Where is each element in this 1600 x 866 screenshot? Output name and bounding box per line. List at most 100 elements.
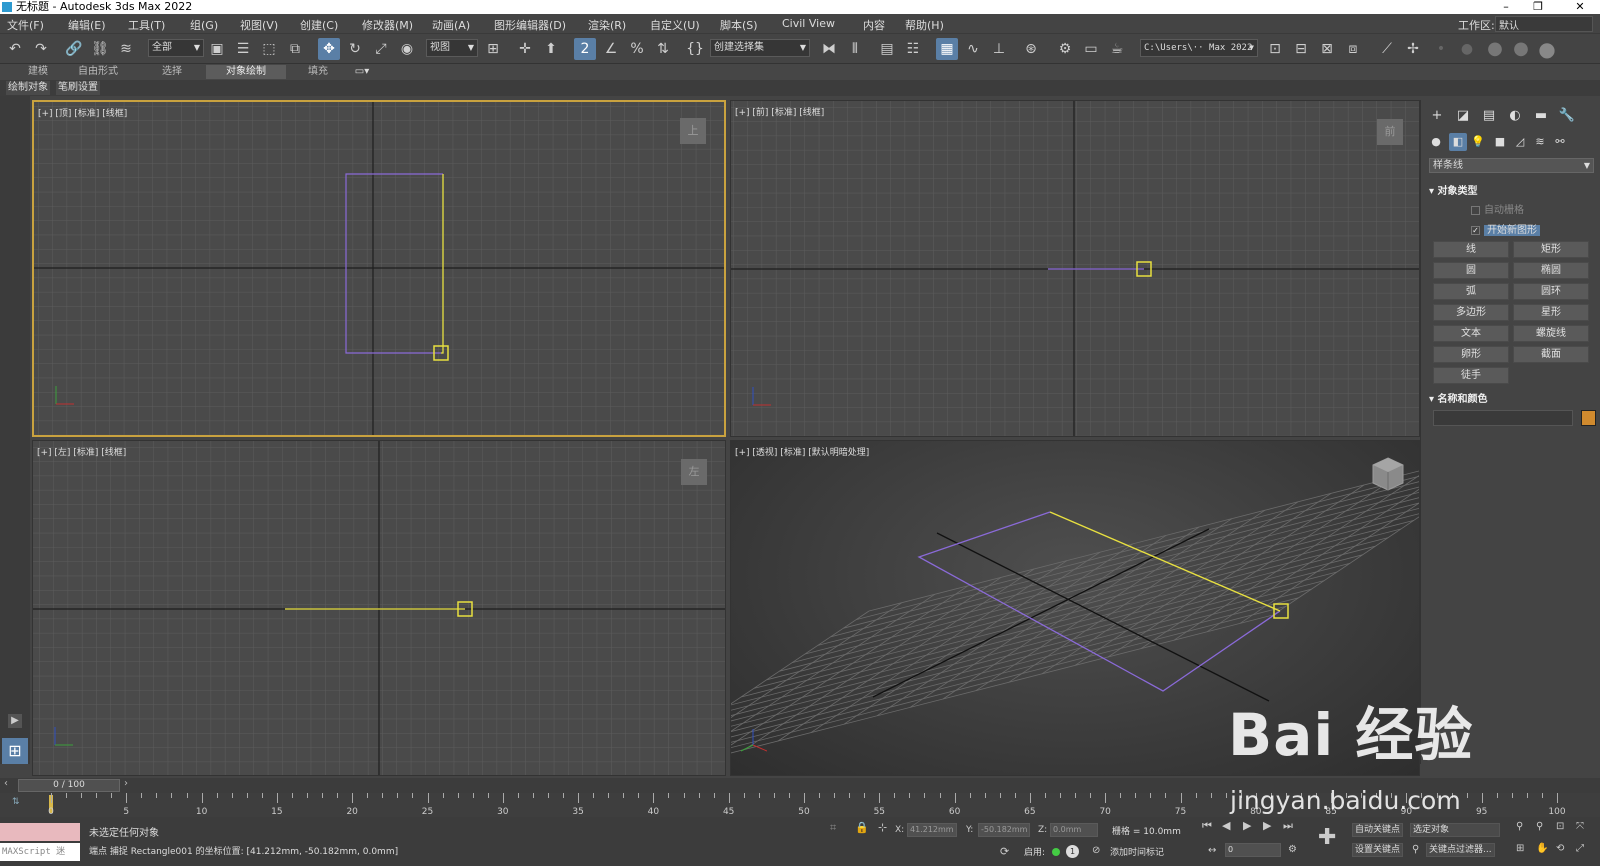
shapes-icon[interactable]: ◧ [1449, 133, 1467, 151]
viewport-label[interactable]: [+] [透视] [标准] [默认明暗处理] [735, 445, 869, 458]
maximize-viewport-icon[interactable]: ⤢ [1576, 843, 1584, 854]
tab-selection[interactable]: 选择 [152, 65, 192, 79]
chevron-right-icon[interactable]: › [124, 778, 128, 789]
time-config-icon[interactable]: ⚙ [1288, 844, 1297, 855]
brush-icon[interactable]: ⟋ [1376, 38, 1398, 60]
percent-snap-icon[interactable]: % [626, 38, 648, 60]
zoom-extents-icon[interactable]: ⊡ [1556, 821, 1564, 832]
ngon-button[interactable]: 多边形 [1433, 304, 1509, 321]
motion-tab-icon[interactable]: ◐ [1505, 106, 1525, 126]
cameras-icon[interactable]: ■ [1491, 133, 1509, 151]
menu-views[interactable]: 视图(V) [240, 17, 278, 33]
layer-explorer-icon[interactable]: ☷ [902, 38, 924, 60]
donut-button[interactable]: 圆环 [1513, 283, 1589, 300]
menu-file[interactable]: 文件(F) [7, 17, 44, 33]
select-manipulate-icon[interactable]: ✛ [514, 38, 536, 60]
menu-rendering[interactable]: 渲染(R) [588, 17, 626, 33]
arc-button[interactable]: 弧 [1433, 283, 1509, 300]
start-new-shape-checkbox[interactable]: ✓ 开始新图形 [1471, 221, 1540, 236]
go-to-end-icon[interactable]: ⏭ [1283, 819, 1293, 833]
view-cube[interactable] [1369, 455, 1407, 493]
view-cube[interactable]: 左 [681, 459, 707, 485]
star-button[interactable]: 星形 [1513, 304, 1589, 321]
set-key-icon[interactable]: ✚ [1318, 825, 1336, 850]
modify-tab-icon[interactable]: ◪ [1453, 106, 1473, 126]
viewport-left[interactable]: [+] [左] [标准] [线框] 左 [32, 440, 726, 776]
workspace-dropdown[interactable]: 默认 [1495, 16, 1593, 32]
z-coord-field[interactable]: 0.0mm [1050, 823, 1098, 837]
redo-icon[interactable]: ↷ [30, 38, 52, 60]
project-folder-icon[interactable]: ⊟ [1290, 38, 1312, 60]
freehand-button[interactable]: 徒手 [1433, 367, 1509, 384]
menu-create[interactable]: 创建(C) [300, 17, 338, 33]
menu-animation[interactable]: 动画(A) [432, 17, 470, 33]
create-tab-icon[interactable]: + [1427, 106, 1447, 126]
object-name-input[interactable] [1433, 410, 1573, 426]
angle-snap-icon[interactable]: ∠ [600, 38, 622, 60]
enable-status-icon[interactable] [1052, 848, 1060, 856]
select-object-icon[interactable]: ▣ [206, 38, 228, 60]
y-coord-field[interactable]: -50.182mm [978, 823, 1030, 837]
reference-coord-dropdown[interactable]: 视图 ▼ [426, 39, 478, 57]
x-coord-field[interactable]: 41.212mm [907, 823, 957, 837]
project-path-dropdown[interactable]: C:\Users\·· Max 2022 ▼ [1140, 39, 1258, 57]
toggle-ribbon-icon[interactable]: ▦ [936, 38, 958, 60]
rendered-frame-window-icon[interactable]: ▭ [1080, 38, 1102, 60]
info-icon[interactable]: 1 [1066, 845, 1079, 858]
play-icon[interactable]: ▶ [1243, 819, 1251, 832]
maxscript-mini-listener[interactable]: MAXScript 迷 [0, 843, 80, 861]
manipulator-icon[interactable]: ✢ [1402, 38, 1424, 60]
menu-content[interactable]: 内容 [863, 17, 885, 33]
go-to-start-icon[interactable]: ⏮ [1202, 819, 1212, 833]
close-icon[interactable]: ✕ [1565, 0, 1595, 14]
set-key-button[interactable]: 设置关键点 [1352, 843, 1404, 857]
helpers-icon[interactable]: ◿ [1511, 133, 1529, 151]
utilities-tab-icon[interactable]: 🔧 [1557, 106, 1577, 126]
snaps-toggle-icon[interactable]: 2 [574, 38, 596, 60]
ribbon-options-icon[interactable]: ▭▾ [352, 65, 372, 79]
mirror-icon[interactable]: ⧓ [818, 38, 840, 60]
line-button[interactable]: 线 [1433, 241, 1509, 258]
time-tag-icon[interactable]: ⊘ [1092, 845, 1100, 856]
select-place-icon[interactable]: ◉ [396, 38, 418, 60]
zoom-icon[interactable]: ⚲ [1516, 821, 1523, 832]
select-by-name-icon[interactable]: ☰ [232, 38, 254, 60]
lights-icon[interactable]: 💡 [1469, 133, 1487, 151]
named-selection-dropdown[interactable]: 创建选择集 ▼ [710, 39, 810, 57]
space-warps-icon[interactable]: ≋ [1531, 133, 1549, 151]
undo-icon[interactable]: ↶ [4, 38, 26, 60]
previous-frame-icon[interactable]: ◀ [1222, 819, 1230, 832]
viewport-front[interactable]: [+] [前] [标准] [线框] 前 [730, 100, 1420, 437]
viewport-label[interactable]: [+] [顶] [标准] [线框] [38, 106, 127, 119]
hierarchy-tab-icon[interactable]: ▤ [1479, 106, 1499, 126]
render-setup-icon[interactable]: ⚙ [1054, 38, 1076, 60]
time-slider-thumb[interactable]: 0 / 100 [18, 779, 120, 792]
tab-object-paint[interactable]: 对象绘制 [206, 65, 286, 79]
menu-scripting[interactable]: 脚本(S) [720, 17, 758, 33]
align-icon[interactable]: ⫴ [844, 38, 866, 60]
current-frame-field[interactable]: 0 [1225, 843, 1281, 857]
tab-modeling[interactable]: 建模 [20, 65, 56, 79]
key-mode-icon[interactable]: ↔ [1208, 845, 1216, 856]
edit-named-selection-icon[interactable]: {} [684, 38, 706, 60]
auto-key-button[interactable]: 自动关键点 [1352, 823, 1404, 837]
brush-settings-button[interactable]: 笔刷设置 [56, 81, 100, 95]
link-icon[interactable]: 🔗 [63, 38, 85, 60]
orbit-icon[interactable]: ⟲ [1556, 843, 1564, 854]
render-production-icon[interactable]: ☕ [1106, 38, 1128, 60]
select-rotate-icon[interactable]: ↻ [344, 38, 366, 60]
minimize-icon[interactable]: – [1491, 0, 1521, 14]
menu-edit[interactable]: 编辑(E) [68, 17, 106, 33]
absolute-mode-icon[interactable]: ⊹ [878, 821, 887, 834]
select-move-icon[interactable]: ✥ [318, 38, 340, 60]
material-editor-icon[interactable]: ⊛ [1020, 38, 1042, 60]
sphere-xlarge-icon[interactable]: ● [1536, 38, 1558, 60]
object-color-swatch[interactable] [1581, 410, 1596, 426]
helix-button[interactable]: 螺旋线 [1513, 325, 1589, 342]
zoom-all-icon[interactable]: ⚲ [1536, 821, 1543, 832]
menu-graph-editors[interactable]: 图形编辑器(D) [494, 17, 566, 33]
circle-button[interactable]: 圆 [1433, 262, 1509, 279]
menu-group[interactable]: 组(G) [190, 17, 218, 33]
lock-selection-icon[interactable]: 🔒 [855, 821, 869, 834]
systems-icon[interactable]: ⚯ [1551, 133, 1569, 151]
